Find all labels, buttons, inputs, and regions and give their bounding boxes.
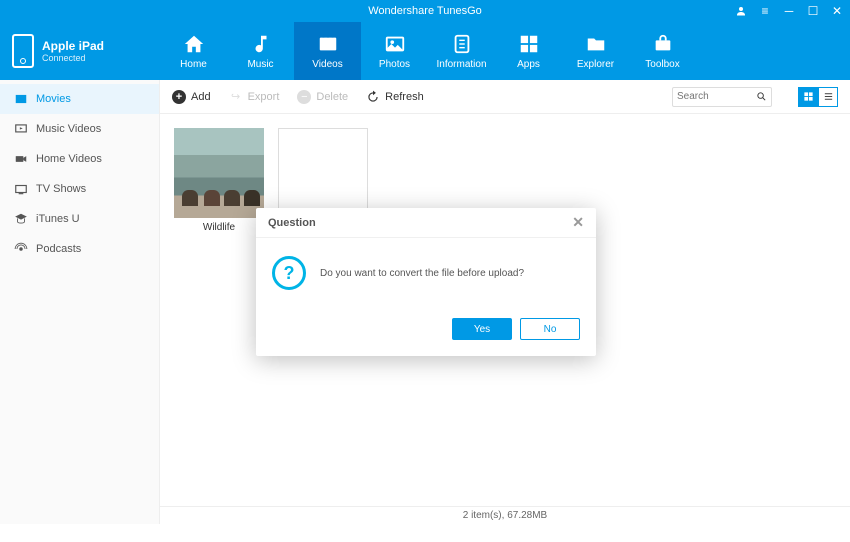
grid-icon (803, 91, 814, 102)
tab-music[interactable]: Music (227, 22, 294, 80)
video-thumbnail-empty (278, 128, 368, 218)
dialog-message: Do you want to convert the file before u… (320, 268, 524, 279)
dialog-title: Question (268, 217, 316, 229)
minus-icon: − (297, 90, 311, 104)
close-icon[interactable]: ✕ (830, 4, 844, 18)
minimize-icon[interactable]: ─ (782, 4, 796, 18)
sidebar-item-home-videos[interactable]: Home Videos (0, 144, 159, 174)
yes-button[interactable]: Yes (452, 318, 512, 340)
tab-home[interactable]: Home (160, 22, 227, 80)
export-icon: ↪ (229, 90, 243, 104)
device-name: Apple iPad (42, 39, 104, 53)
list-view-button[interactable] (818, 87, 838, 107)
tab-information[interactable]: Information (428, 22, 495, 80)
delete-button: −Delete (297, 90, 348, 104)
maximize-icon[interactable]: ☐ (806, 4, 820, 18)
question-icon: ? (272, 256, 306, 290)
toolbar: +Add ↪Export −Delete Refresh (160, 80, 850, 114)
search-box[interactable] (672, 87, 772, 107)
question-dialog: Question ✕ ? Do you want to convert the … (256, 208, 596, 356)
dialog-close-icon[interactable]: ✕ (572, 214, 584, 231)
sidebar-item-music-videos[interactable]: Music Videos (0, 114, 159, 144)
device-icon (12, 34, 34, 68)
sidebar-item-itunes-u[interactable]: iTunes U (0, 204, 159, 234)
video-thumb[interactable]: Wildlife (174, 128, 264, 233)
video-thumb-empty[interactable] (278, 128, 368, 218)
tab-toolbox[interactable]: Toolbox (629, 22, 696, 80)
tab-photos[interactable]: Photos (361, 22, 428, 80)
user-icon[interactable] (734, 4, 748, 18)
device-status: Connected (42, 53, 104, 63)
tab-videos[interactable]: Videos (294, 22, 361, 80)
menu-icon[interactable]: ≡ (758, 4, 772, 18)
sidebar-item-podcasts[interactable]: Podcasts (0, 234, 159, 264)
statusbar: 2 item(s), 67.28MB (160, 506, 850, 524)
video-label: Wildlife (203, 222, 235, 233)
refresh-icon (366, 90, 380, 104)
list-icon (823, 91, 834, 102)
sidebar-item-tv-shows[interactable]: TV Shows (0, 174, 159, 204)
header: Apple iPad Connected Home Music Videos P… (0, 22, 850, 80)
search-icon (756, 91, 767, 102)
device-panel[interactable]: Apple iPad Connected (0, 22, 160, 80)
export-button: ↪Export (229, 90, 280, 104)
sidebar-item-movies[interactable]: Movies (0, 84, 159, 114)
titlebar: Wondershare TunesGo ≡ ─ ☐ ✕ (0, 0, 850, 22)
video-thumbnail-image (174, 128, 264, 218)
tab-explorer[interactable]: Explorer (562, 22, 629, 80)
grid-view-button[interactable] (798, 87, 818, 107)
sidebar: Movies Music Videos Home Videos TV Shows… (0, 80, 160, 524)
app-title: Wondershare TunesGo (368, 5, 482, 17)
search-input[interactable] (677, 91, 756, 102)
no-button[interactable]: No (520, 318, 580, 340)
tab-apps[interactable]: Apps (495, 22, 562, 80)
add-button[interactable]: +Add (172, 90, 211, 104)
main-tabs: Home Music Videos Photos Information App… (160, 22, 850, 80)
plus-icon: + (172, 90, 186, 104)
refresh-button[interactable]: Refresh (366, 90, 424, 104)
